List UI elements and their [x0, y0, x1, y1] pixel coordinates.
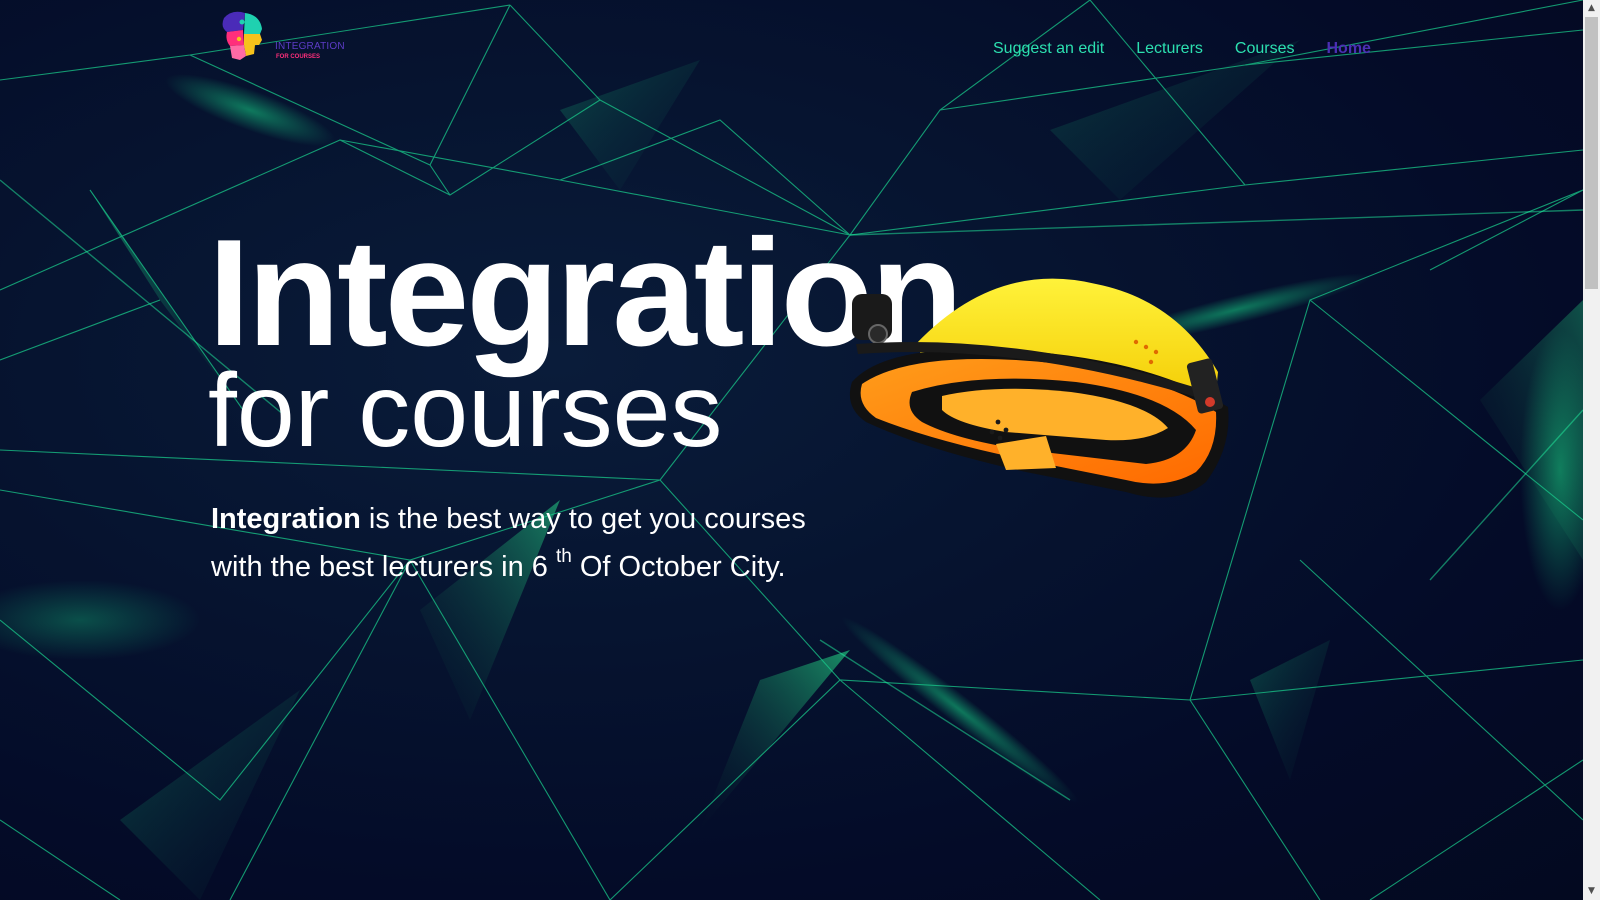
nav-lecturers[interactable]: Lecturers	[1136, 40, 1203, 58]
chevron-down-icon[interactable]: ▼	[1583, 883, 1600, 900]
page-viewport: INTEGRATION FOR COURSES Suggest an edit …	[0, 0, 1583, 900]
safety-helmet-icon	[849, 278, 1229, 498]
nav-suggest-edit[interactable]: Suggest an edit	[993, 40, 1104, 58]
brand-tagline: FOR COURSES	[276, 54, 321, 60]
hero-desc-text-2: Of October City.	[571, 551, 786, 583]
hero-subtitle: for courses	[208, 353, 723, 469]
main-nav: Suggest an edit Lecturers Courses Home	[993, 40, 1371, 58]
nav-courses[interactable]: Courses	[1235, 40, 1295, 58]
brand-logo[interactable]: INTEGRATION FOR COURSES	[218, 10, 348, 66]
hero-desc-sup: th	[555, 546, 572, 567]
hero-description: Integration is the best way to get you c…	[211, 495, 811, 591]
scrollbar-thumb[interactable]	[1585, 17, 1598, 289]
brand-name: INTEGRATION	[275, 41, 345, 52]
hero-desc-bold: Integration	[211, 503, 361, 535]
chevron-up-icon[interactable]: ▲	[1583, 0, 1600, 17]
puzzle-head-logo-icon	[222, 11, 262, 60]
nav-home[interactable]: Home	[1326, 40, 1370, 58]
vertical-scrollbar[interactable]: ▲ ▼	[1583, 0, 1600, 900]
